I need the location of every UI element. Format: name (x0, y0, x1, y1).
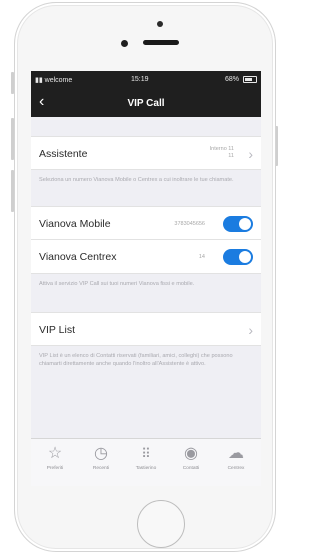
vianova-centrex-row: Vianova Centrex 14 (31, 240, 261, 274)
toggle-knob (239, 251, 251, 263)
assistente-value: Interno 11 11 (209, 146, 234, 159)
vianova-mobile-toggle[interactable] (223, 216, 253, 232)
home-button[interactable] (137, 500, 185, 548)
toggle-knob (239, 218, 251, 230)
vianova-mobile-row: Vianova Mobile 3783045656 (31, 206, 261, 240)
vip-call-description: Attiva il servizio VIP Call sui tuoi num… (39, 281, 195, 287)
contact-icon: ◉ (184, 445, 198, 462)
vip-list-row[interactable]: VIP List › (31, 312, 261, 346)
vip-list-description: VIP List è un elenco di Contatti riserva… (39, 353, 233, 367)
earpiece-speaker (143, 40, 179, 45)
battery-percent: 68% (224, 76, 239, 83)
camera-icon (157, 21, 163, 27)
chevron-right-icon: › (248, 322, 253, 338)
clock-icon: ◷ (94, 445, 108, 462)
status-time: 15:19 (131, 76, 149, 83)
navigation-bar: ‹ VIP Call (31, 89, 261, 117)
tab-tastierino[interactable]: ⠿ Tastierino (124, 444, 168, 471)
carrier-label: ▮▮ welcome (35, 77, 73, 84)
keypad-icon: ⠿ (141, 446, 151, 461)
tab-label: Preferiti (46, 466, 64, 471)
app-screen: ▮▮ welcome 15:19 68% ‹ VIP Call Assisten… (31, 71, 261, 486)
vianova-mobile-number: 3783045656 (174, 221, 205, 227)
chevron-right-icon: › (248, 146, 253, 162)
tab-contatti[interactable]: ◉ Contatti (169, 444, 213, 471)
assistente-row[interactable]: Assistente Interno 11 11 › (31, 136, 261, 170)
tab-label: Centrex (227, 466, 245, 471)
tab-recenti[interactable]: ◷ Recenti (79, 444, 123, 471)
star-icon: ☆ (47, 445, 63, 462)
cloud-icon: ☁ (228, 445, 244, 462)
tab-label: Tastierino (135, 466, 157, 471)
signal-icon: ▮▮ (35, 77, 45, 84)
vianova-centrex-toggle[interactable] (223, 249, 253, 265)
tab-preferiti[interactable]: ☆ Preferiti (33, 444, 77, 471)
tab-label: Contatti (182, 466, 200, 471)
battery-icon (243, 76, 257, 83)
vianova-centrex-number: 14 (198, 254, 205, 260)
vianova-mobile-label: Vianova Mobile (39, 218, 111, 230)
tab-centrex[interactable]: ☁ Centrex (214, 444, 258, 471)
vianova-centrex-label: Vianova Centrex (39, 251, 117, 263)
page-title: VIP Call (127, 98, 165, 109)
status-bar: ▮▮ welcome 15:19 68% (31, 71, 261, 89)
assistente-label: Assistente (39, 148, 88, 160)
tab-label: Recenti (92, 466, 110, 471)
front-camera-icon (121, 40, 128, 47)
tab-bar: ☆ Preferiti ◷ Recenti ⠿ Tastierino ◉ Con… (31, 438, 261, 486)
vip-list-label: VIP List (39, 324, 75, 336)
assistente-description: Seleziona un numero Vianova Mobile o Cen… (39, 177, 234, 183)
